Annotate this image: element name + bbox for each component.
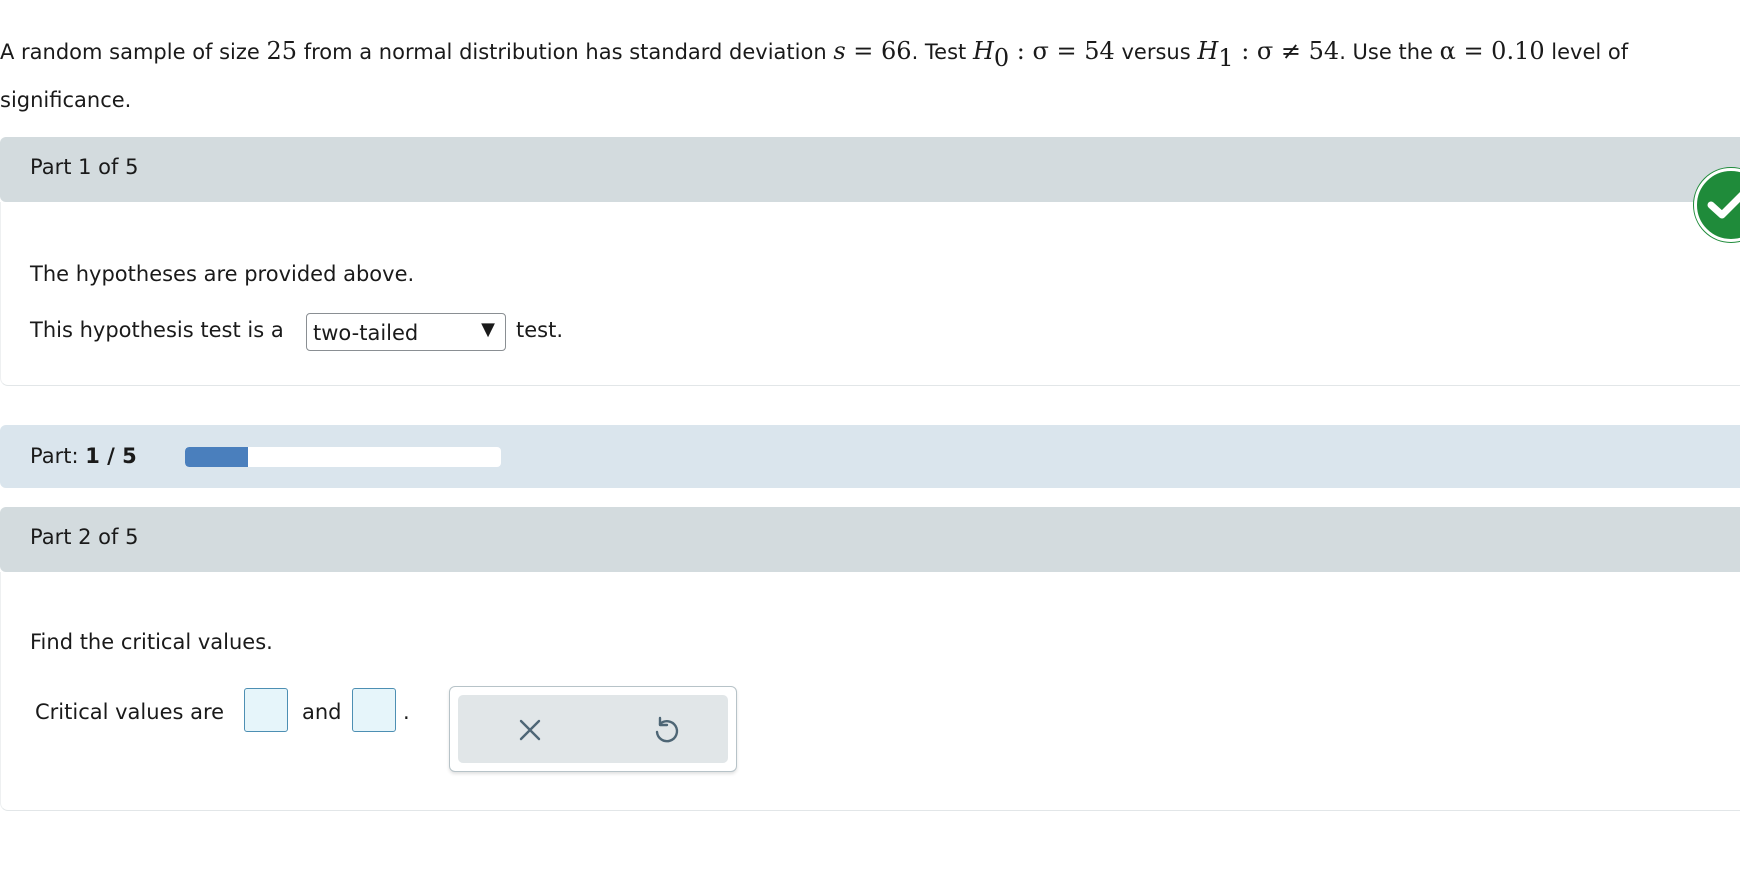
problem-text: A random sample of size: [0, 40, 267, 64]
problem-text: . Use the: [1339, 40, 1440, 64]
part2-header: Part 2 of 5: [0, 507, 1740, 572]
critical-value-input-2[interactable]: [352, 688, 396, 732]
sentence-period: .: [403, 700, 410, 724]
alt-hypothesis-subscript: 1: [1218, 44, 1234, 72]
test-type-dropdown[interactable]: two-tailed ▼: [306, 313, 506, 351]
and-label: and: [302, 700, 342, 724]
progress-label-text: Part:: [30, 444, 79, 468]
critical-value-input-1[interactable]: [244, 688, 288, 732]
critical-values-label: Critical values are: [35, 700, 225, 724]
part1-header: Part 1 of 5: [0, 137, 1740, 202]
part2-instruction: Find the critical values.: [30, 630, 273, 654]
progress-track: [185, 447, 501, 467]
sample-size: 25: [266, 37, 298, 65]
test-type-suffix: test.: [516, 318, 564, 342]
test-type-prefix: This hypothesis test is a: [30, 318, 284, 342]
close-icon[interactable]: [515, 715, 545, 745]
progress-value: 1 / 5: [85, 444, 137, 468]
problem-text: . Test: [911, 40, 973, 64]
null-hypothesis-subscript: 0: [993, 44, 1010, 72]
alt-hypothesis-symbol: H: [1197, 37, 1219, 65]
progress-fill: [185, 447, 249, 467]
part1-instruction: The hypotheses are provided above.: [30, 262, 415, 286]
alt-hypothesis-expr: : σ ≠ 54: [1233, 37, 1340, 65]
problem-statement: A random sample of size 25 from a normal…: [0, 30, 1700, 121]
dropdown-selected-value: two-tailed: [313, 321, 419, 345]
progress-label: Part: 1 / 5: [30, 444, 137, 468]
part1-title: Part 1 of 5: [30, 155, 139, 179]
progress-bar-section: Part: 1 / 5: [0, 425, 1740, 488]
undo-icon[interactable]: [651, 715, 681, 745]
part2-title: Part 2 of 5: [30, 525, 139, 549]
null-hypothesis-symbol: H: [972, 37, 994, 65]
part1-body: [0, 202, 1740, 386]
answer-tools-panel: [449, 686, 737, 772]
problem-text: versus: [1114, 40, 1198, 64]
std-dev-value: = 66: [845, 37, 912, 65]
std-dev-symbol: s: [833, 37, 846, 65]
problem-text: from a normal distribution has standard …: [297, 40, 834, 64]
null-hypothesis-expr: : σ = 54: [1009, 37, 1115, 65]
chevron-down-icon: ▼: [481, 319, 495, 340]
answer-tools-bar: [458, 695, 728, 763]
significance-level: α = 0.10: [1439, 37, 1545, 65]
